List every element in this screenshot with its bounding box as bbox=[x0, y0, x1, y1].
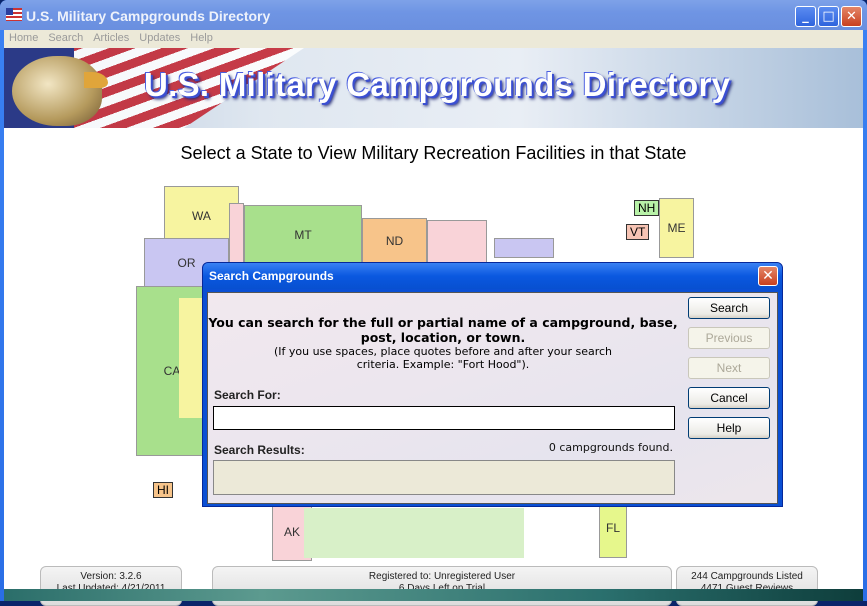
next-button[interactable]: Next bbox=[688, 357, 770, 379]
maximize-button[interactable]: □ bbox=[818, 6, 839, 27]
banner: U.S. Military Campgrounds Directory bbox=[4, 48, 863, 128]
menu-articles[interactable]: Articles bbox=[88, 30, 134, 44]
state-mn[interactable] bbox=[427, 220, 487, 265]
previous-button[interactable]: Previous bbox=[688, 327, 770, 349]
state-fl[interactable]: FL bbox=[599, 498, 627, 558]
instructions-main: You can search for the full or partial n… bbox=[208, 315, 678, 345]
search-results-label: Search Results: bbox=[214, 443, 305, 457]
search-instructions: You can search for the full or partial n… bbox=[208, 315, 678, 371]
dialog-title-bar[interactable]: Search Campgrounds ✕ bbox=[203, 263, 782, 289]
search-button[interactable]: Search bbox=[688, 297, 770, 319]
help-button[interactable]: Help bbox=[688, 417, 770, 439]
menu-home[interactable]: Home bbox=[4, 30, 43, 44]
state-id[interactable] bbox=[229, 203, 244, 263]
menu-help[interactable]: Help bbox=[185, 30, 218, 44]
search-results-list[interactable] bbox=[213, 460, 675, 495]
window-title: U.S. Military Campgrounds Directory bbox=[26, 8, 271, 24]
search-for-label: Search For: bbox=[214, 388, 281, 402]
state-wa[interactable]: WA bbox=[164, 186, 239, 246]
state-nd[interactable]: ND bbox=[362, 218, 427, 263]
tag-vt[interactable]: VT bbox=[626, 224, 650, 240]
state-me[interactable]: ME bbox=[659, 198, 694, 258]
instructions-sub: (If you use spaces, place quotes before … bbox=[273, 345, 613, 371]
dialog-body: You can search for the full or partial n… bbox=[207, 292, 778, 504]
title-bar[interactable]: U.S. Military Campgrounds Directory _ □ … bbox=[0, 0, 867, 30]
tag-nh[interactable]: NH bbox=[634, 200, 660, 216]
bottom-bar bbox=[4, 589, 863, 601]
flag-app-icon bbox=[6, 8, 22, 21]
menu-updates[interactable]: Updates bbox=[134, 30, 185, 44]
minimize-button[interactable]: _ bbox=[795, 6, 816, 27]
close-button[interactable]: ✕ bbox=[841, 6, 862, 27]
cancel-button[interactable]: Cancel bbox=[688, 387, 770, 409]
eagle-image bbox=[12, 56, 102, 126]
search-dialog: Search Campgrounds ✕ You can search for … bbox=[202, 262, 783, 507]
banner-title: U.S. Military Campgrounds Directory bbox=[144, 66, 731, 103]
state-mi[interactable] bbox=[494, 238, 554, 258]
version-text: Version: 3.2.6 bbox=[80, 571, 142, 582]
dialog-title: Search Campgrounds bbox=[209, 269, 334, 283]
registered-text: Registered to: Unregistered User bbox=[368, 571, 516, 582]
campgrounds-listed-text: 244 Campgrounds Listed bbox=[691, 571, 803, 582]
menu-bar: Home Search Articles Updates Help bbox=[4, 30, 863, 48]
state-tx-region[interactable] bbox=[304, 508, 524, 558]
state-mt[interactable]: MT bbox=[244, 205, 362, 265]
dialog-close-button[interactable]: ✕ bbox=[758, 266, 778, 286]
results-count: 0 campgrounds found. bbox=[548, 441, 673, 454]
search-input[interactable] bbox=[213, 406, 675, 430]
menu-search[interactable]: Search bbox=[43, 30, 88, 44]
page-heading: Select a State to View Military Recreati… bbox=[180, 143, 687, 163]
state-nv[interactable] bbox=[179, 298, 204, 418]
tag-hi[interactable]: HI bbox=[153, 482, 173, 498]
